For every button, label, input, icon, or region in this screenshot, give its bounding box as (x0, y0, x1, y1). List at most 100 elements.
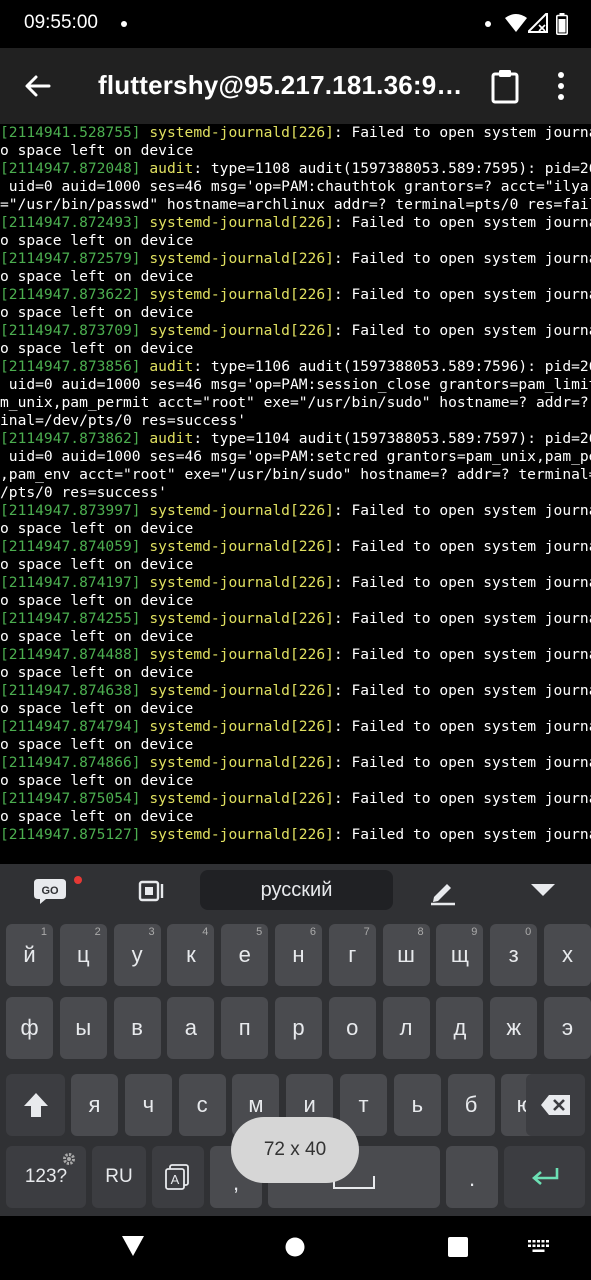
keyboard-toolbar: GO русский (0, 864, 591, 918)
shift-icon (24, 1093, 48, 1117)
backspace-key[interactable] (526, 1074, 585, 1136)
terminal-line: [2114947.873997] systemd-journald[226]: … (0, 502, 591, 520)
terminal-line: [2114947.875127] systemd-journald[226]: … (0, 826, 591, 844)
log-source: systemd-journald[226] (149, 574, 334, 591)
terminal-line: [2114947.873862] audit: type=1104 audit(… (0, 430, 591, 448)
key-е[interactable]: 5е (221, 924, 269, 986)
key-п[interactable]: п (221, 997, 269, 1059)
keyboard-switch-icon[interactable] (528, 1240, 550, 1254)
terminal-line: uid=0 auid=1000 ses=46 msg='op=PAM:sessi… (0, 376, 591, 394)
key-л[interactable]: л (382, 997, 430, 1059)
terminal-size-popup: 72 x 40 (231, 1117, 359, 1183)
chevron-down-icon[interactable] (530, 882, 556, 898)
enter-key[interactable] (504, 1146, 585, 1208)
key-label: ы (75, 1015, 92, 1040)
key-hint: 0 (525, 926, 532, 938)
period-key-label: . (468, 1166, 476, 1191)
key-я[interactable]: я (71, 1074, 118, 1136)
log-text: : type=1104 audit(1597388053.589:7597): … (193, 430, 591, 447)
period-key[interactable]: . (446, 1146, 498, 1208)
key-х[interactable]: х (544, 924, 591, 986)
more-vert-icon[interactable] (546, 68, 576, 104)
terminal-line: [2114947.874488] systemd-journald[226]: … (0, 646, 591, 664)
key-label: о (346, 1015, 359, 1040)
session-title: fluttershy@95.217.181.36:9… (98, 70, 463, 100)
log-text: m_unix,pam_permit acct="root" exe="/usr/… (0, 394, 591, 411)
terminal-line: [2114947.874255] systemd-journald[226]: … (0, 610, 591, 628)
terminal-line: [2114947.874197] systemd-journald[226]: … (0, 574, 591, 592)
navigation-bar (0, 1216, 591, 1280)
log-timestamp: [2114947.875054] (0, 790, 141, 807)
terminal-line: [2114947.875054] systemd-journald[226]: … (0, 790, 591, 808)
log-source: systemd-journald[226] (149, 214, 334, 231)
log-timestamp: [2114947.873622] (0, 286, 141, 303)
log-timestamp: [2114947.872579] (0, 250, 141, 267)
key-label: э (561, 1015, 574, 1040)
key-о[interactable]: о (328, 997, 376, 1059)
nav-recents-square-icon[interactable] (448, 1237, 468, 1257)
log-source: audit (149, 430, 194, 447)
key-ч[interactable]: ч (124, 1074, 172, 1136)
key-у[interactable]: 3у (113, 924, 161, 986)
pen-icon[interactable] (428, 876, 458, 906)
key-з[interactable]: 0з (490, 924, 538, 986)
log-source: systemd-journald[226] (149, 610, 334, 627)
key-label: х (562, 942, 573, 967)
key-label: й (23, 942, 36, 967)
terminal-line: o space left on device (0, 556, 591, 574)
language-indicator[interactable]: русский (200, 870, 393, 910)
key-щ[interactable]: 9щ (436, 924, 484, 986)
key-р[interactable]: р (275, 997, 322, 1059)
key-г[interactable]: 7г (328, 924, 376, 986)
terminal-line: o space left on device (0, 142, 591, 160)
log-text: : Failed to open system journal: N (333, 322, 591, 339)
log-text: ="/usr/bin/passwd" hostname=archlinux ad… (0, 196, 591, 213)
key-й[interactable]: 1й (6, 924, 53, 986)
battery-icon (556, 13, 568, 35)
log-text: inal=/dev/pts/0 res=success' (0, 412, 247, 429)
key-д[interactable]: д (436, 997, 484, 1059)
shift-key[interactable] (6, 1074, 65, 1136)
key-в[interactable]: в (113, 997, 161, 1059)
key-label: ч (142, 1092, 155, 1117)
key-с[interactable]: с (178, 1074, 226, 1136)
key-н[interactable]: 6н (275, 924, 322, 986)
svg-text:GO: GO (41, 885, 59, 897)
notification-dot-icon (121, 21, 127, 27)
key-ш[interactable]: 8ш (382, 924, 430, 986)
key-э[interactable]: э (544, 997, 591, 1059)
key-ф[interactable]: ф (6, 997, 53, 1059)
key-б[interactable]: б (447, 1074, 495, 1136)
key-label: г (348, 942, 357, 967)
key-ж[interactable]: ж (490, 997, 538, 1059)
key-ы[interactable]: ы (59, 997, 107, 1059)
language-switch-key[interactable]: RU (92, 1146, 146, 1208)
key-а[interactable]: а (167, 997, 215, 1059)
terminal-output[interactable]: [2114941.528755] systemd-journald[226]: … (0, 124, 591, 864)
nav-home-circle-icon[interactable] (285, 1237, 305, 1257)
status-bar: 09:55:00 (0, 0, 591, 48)
log-source: systemd-journald[226] (149, 538, 334, 555)
text-editing-key[interactable]: A (152, 1146, 204, 1208)
key-к[interactable]: 4к (167, 924, 215, 986)
key-ц[interactable]: 2ц (59, 924, 107, 986)
key-label: б (464, 1092, 478, 1117)
log-text: /pts/0 res=success' (0, 484, 167, 501)
symbols-key[interactable]: 123? (6, 1146, 86, 1208)
clipboard-icon[interactable] (487, 68, 523, 104)
nav-back-triangle-icon[interactable] (121, 1235, 145, 1257)
language-switch-label: RU (105, 1166, 133, 1187)
clipboard-keyboard-icon[interactable] (137, 878, 167, 904)
log-source: systemd-journald[226] (149, 826, 334, 843)
terminal-line: [2114947.873856] audit: type=1106 audit(… (0, 358, 591, 376)
go-sticker-icon[interactable]: GO (34, 876, 84, 906)
terminal-line: o space left on device (0, 520, 591, 538)
key-ь[interactable]: ь (393, 1074, 441, 1136)
backspace-icon (541, 1095, 570, 1115)
key-hint: 4 (202, 926, 209, 938)
terminal-line: /pts/0 res=success' (0, 484, 591, 502)
back-arrow-icon[interactable] (20, 68, 56, 104)
terminal-line: [2114947.873622] systemd-journald[226]: … (0, 286, 591, 304)
terminal-line: m_unix,pam_permit acct="root" exe="/usr/… (0, 394, 591, 412)
key-label: ц (76, 942, 90, 967)
